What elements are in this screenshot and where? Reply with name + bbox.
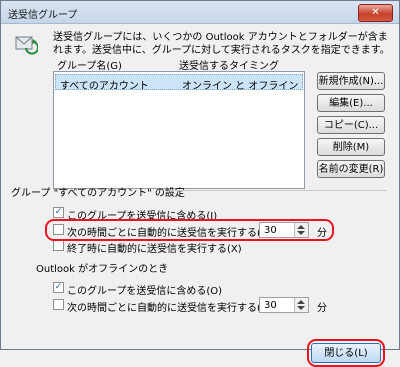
send-on-exit-label: 終了時に自動的に送受信を実行する(X) xyxy=(67,244,242,255)
title-bar: 送受信グループ ✕ xyxy=(1,1,399,24)
group-listbox[interactable]: すべてのアカウント オンライン と オフライン xyxy=(53,71,305,189)
spinner-value: 30 xyxy=(264,300,277,311)
send-receive-icon xyxy=(15,36,38,55)
offline-minutes-unit: 分 xyxy=(317,303,327,314)
new-button[interactable]: 新規作成(N)... xyxy=(317,72,385,90)
send-on-exit-checkbox[interactable] xyxy=(53,240,64,251)
highlight-oval xyxy=(45,219,334,241)
rename-button[interactable]: 名前の変更(R) xyxy=(317,160,385,178)
offline-settings-label: Outlook がオフラインのとき xyxy=(36,264,169,275)
highlight-oval xyxy=(307,339,385,367)
offline-minutes-spinner[interactable]: 30 xyxy=(259,297,309,313)
window-title: 送受信グループ xyxy=(8,10,78,21)
include-group-checkbox[interactable]: ✓ xyxy=(53,207,64,218)
window-close-button[interactable]: ✕ xyxy=(358,4,393,22)
description-text: 送受信グループには、いくつかの Outlook アカウントとフォルダーが含まれま… xyxy=(53,32,390,56)
column-header-group-name[interactable]: グループ名(G) xyxy=(57,57,122,72)
copy-button[interactable]: コピー(C)... xyxy=(317,116,385,134)
groupbox-divider xyxy=(169,190,387,191)
chevron-down-icon[interactable] xyxy=(297,306,305,310)
offline-schedule-checkbox[interactable] xyxy=(53,299,64,310)
group-name-cell: すべてのアカウント xyxy=(60,81,149,92)
offline-schedule-label: 次の時間ごとに自動的に送受信を実行する(Y) xyxy=(67,303,271,314)
list-item[interactable]: すべてのアカウント オンライン と オフライン xyxy=(55,74,303,92)
delete-button[interactable]: 削除(M) xyxy=(317,138,385,156)
timing-cell: オンライン と オフライン xyxy=(182,81,299,92)
offline-include-checkbox[interactable]: ✓ xyxy=(53,282,64,293)
column-header-timing[interactable]: 送受信するタイミング xyxy=(179,57,279,72)
spinner-arrows[interactable] xyxy=(294,298,308,312)
offline-include-label: このグループを送受信に含める(O) xyxy=(67,286,223,297)
chevron-up-icon[interactable] xyxy=(297,300,305,304)
dialog-content: 送受信グループには、いくつかの Outlook アカウントとフォルダーが含まれま… xyxy=(1,24,399,367)
edit-button[interactable]: 編集(E)... xyxy=(317,94,385,112)
send-receive-groups-dialog: 送受信グループ ✕ 送受信グループには、いくつかの Outlook アカウントと… xyxy=(0,0,400,367)
online-settings-label: グループ "すべてのアカウント" の設定 xyxy=(11,188,185,199)
